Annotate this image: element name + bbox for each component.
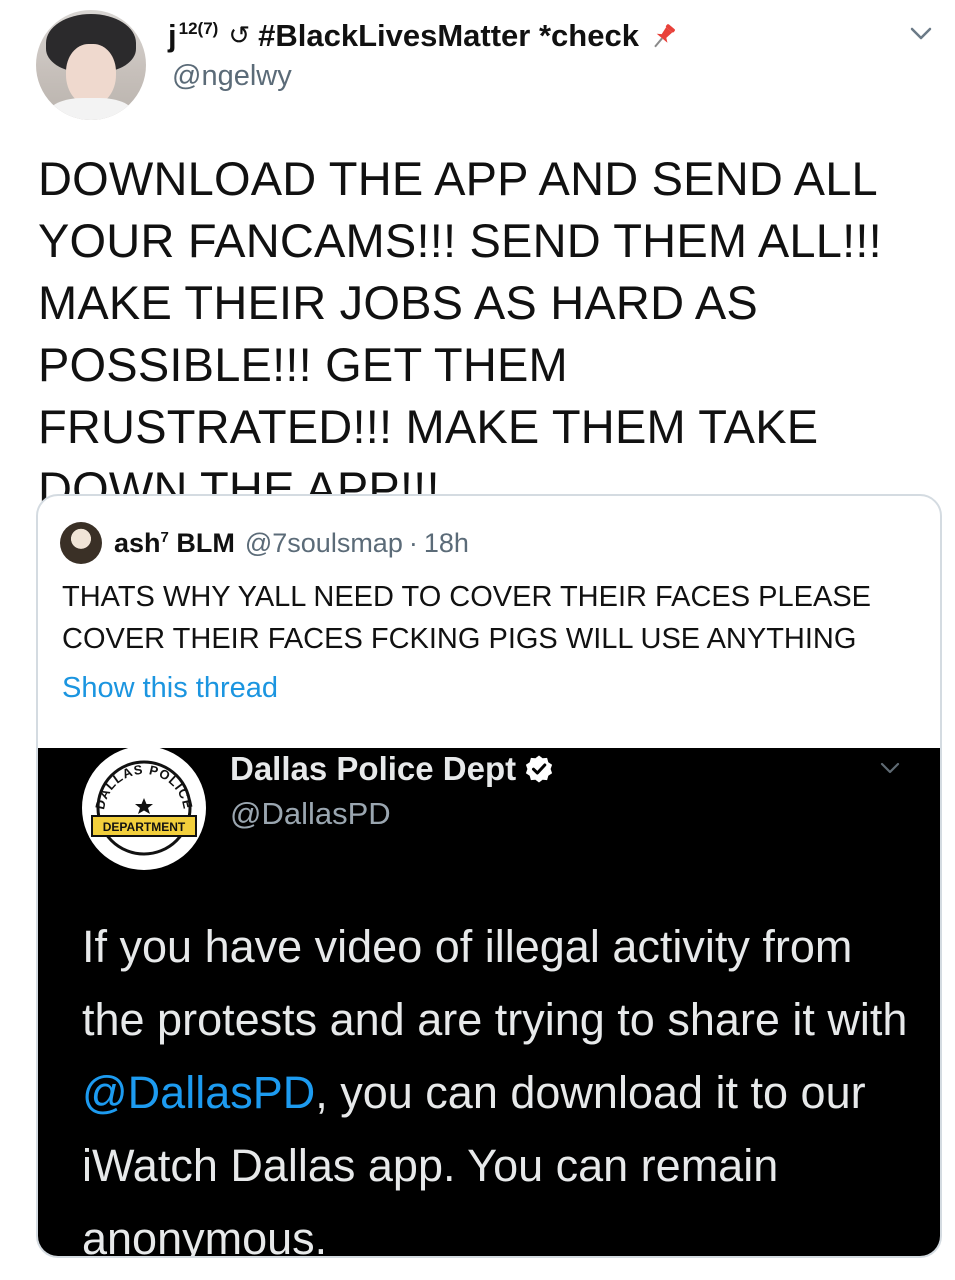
quoted-display-name: ash7 BLM <box>114 527 235 558</box>
embedded-handle: @DallasPD <box>230 796 391 831</box>
quoted-handle: @7soulsmap <box>244 527 403 558</box>
pushpin-icon <box>654 24 675 48</box>
quoted-tweet-card[interactable]: ash7 BLM @7soulsmap · 18h THATS WHY YALL… <box>36 494 942 1258</box>
display-name-row[interactable]: j 12(7) ↺ #BlackLivesMatter *check <box>168 16 679 56</box>
refresh-icon: ↺ <box>228 21 251 51</box>
embedded-tweet-text: If you have video of illegal activity fr… <box>82 910 922 1256</box>
embedded-display-name: Dallas Police Dept <box>230 750 517 787</box>
police-badge-icon: DALLAS POLICE DEPARTMENT <box>91 760 197 856</box>
embedded-screenshot: DALLAS POLICE DEPARTMENT Dallas Police D… <box>38 748 940 1256</box>
quoted-avatar <box>60 522 102 564</box>
display-name-hashtag: #BlackLivesMatter *check <box>258 18 639 53</box>
dallas-police-logo: DALLAS POLICE DEPARTMENT <box>82 748 206 870</box>
logo-band-text: DEPARTMENT <box>103 820 186 834</box>
user-handle[interactable]: @ngelwy <box>172 60 292 93</box>
show-thread-link[interactable]: Show this thread <box>62 672 278 705</box>
display-name-superscript: 12(7) <box>178 19 219 38</box>
chevron-down-icon <box>880 762 900 774</box>
quoted-tweet-header: ash7 BLM @7soulsmap · 18h <box>60 520 469 566</box>
quoted-separator: · <box>408 527 418 558</box>
avatar[interactable] <box>36 10 146 120</box>
avatar-shirt <box>48 98 134 120</box>
quoted-timestamp: 18h <box>423 527 469 558</box>
tweet-text: DOWNLOAD THE APP AND SEND ALL YOUR FANCA… <box>38 152 882 515</box>
chevron-down-icon[interactable] <box>906 18 936 48</box>
tweet-header: j 12(7) ↺ #BlackLivesMatter *check @ngelw… <box>0 0 955 140</box>
embedded-mention-link: @DallasPD <box>82 1067 316 1118</box>
embedded-name-row: Dallas Police Dept <box>230 750 554 788</box>
verified-badge-icon <box>526 755 553 783</box>
embedded-text-start: If you have video of illegal activity fr… <box>82 921 908 1045</box>
display-name: j 12(7) <box>168 18 219 53</box>
quoted-tweet-text: THATS WHY YALL NEED TO COVER THEIR FACES… <box>62 581 872 655</box>
quoted-name-superscript: 7 <box>160 528 169 546</box>
avatar-face <box>66 44 116 106</box>
